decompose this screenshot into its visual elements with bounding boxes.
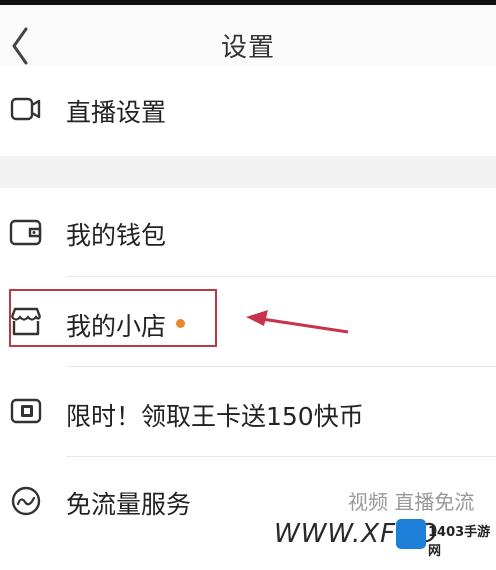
video-camera-icon xyxy=(10,97,41,121)
highlight-box xyxy=(9,289,217,347)
settings-item-label: 免流量服务 xyxy=(66,490,192,519)
sim-card-icon xyxy=(10,398,42,424)
watermark-site: 1403手游网 xyxy=(428,525,491,559)
settings-item-promo[interactable]: 限时！领取王卡送150快币 xyxy=(0,367,496,455)
settings-item-live[interactable]: 直播设置 xyxy=(0,65,496,153)
watermark: WWW.XFDO 1403手游网 xyxy=(268,515,496,559)
settings-item-label: 我的钱包 xyxy=(66,221,167,250)
section-gap xyxy=(0,156,496,188)
data-free-subtitle: 视频 直播免流 xyxy=(348,490,475,514)
settings-item-label: 限时！领取王卡送150快币 xyxy=(66,402,364,431)
pointer-arrow-icon xyxy=(246,310,349,334)
watermark-logo-icon xyxy=(396,519,426,549)
settings-item-wallet[interactable]: 我的钱包 xyxy=(0,188,496,276)
settings-item-label: 直播设置 xyxy=(66,98,167,127)
page-title: 设置 xyxy=(220,33,275,63)
data-traffic-icon xyxy=(11,486,41,516)
wallet-icon xyxy=(9,219,42,246)
